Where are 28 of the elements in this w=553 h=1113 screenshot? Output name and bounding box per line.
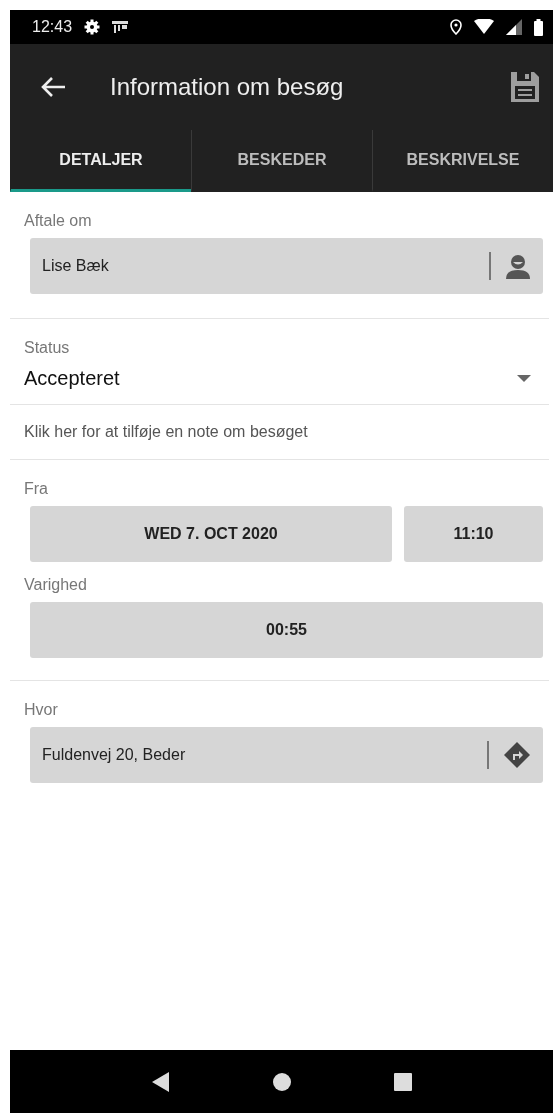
status-time: 12:43 (32, 18, 73, 36)
date-field[interactable]: WED 7. OCT 2020 (30, 506, 392, 562)
tab[interactable]: DETALJER (10, 130, 191, 192)
caret-icon (517, 374, 531, 383)
gear-icon (84, 19, 101, 35)
notification-icon (112, 20, 129, 34)
field-value: Lise Bæk (42, 257, 110, 275)
location-icon (450, 19, 462, 35)
add-note-link[interactable]: Klik her for at tilføje en note om besøget (24, 405, 549, 459)
time-field[interactable]: 11:10 (404, 506, 543, 562)
directions-icon (503, 741, 531, 769)
status-dropdown[interactable]: Accepteret (24, 367, 549, 390)
wifi-icon (474, 19, 494, 35)
field-label: Status (24, 338, 71, 357)
address-field[interactable]: Fuldenvej 20, Beder (30, 727, 543, 783)
signal-icon (506, 19, 522, 35)
contact-field[interactable]: Lise Bæk (30, 238, 543, 294)
tab[interactable]: BESKRIVELSE (372, 130, 553, 192)
tab[interactable]: BESKEDER (191, 130, 372, 192)
app-bar-title: Information om besøg (110, 73, 345, 101)
battery-icon (534, 18, 543, 36)
field-value: Fuldenvej 20, Beder (42, 746, 187, 764)
field-label: Varighed (24, 575, 88, 594)
field-label: Aftale om (24, 211, 93, 230)
field-label: Hvor (24, 700, 59, 719)
field-label: Fra (24, 479, 49, 498)
person-icon (505, 253, 531, 279)
duration-field[interactable]: 00:55 (30, 602, 543, 658)
